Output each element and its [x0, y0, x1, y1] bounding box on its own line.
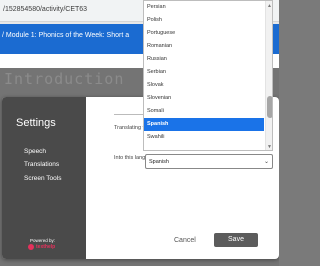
save-button[interactable]: Save [214, 233, 258, 247]
course-breadcrumb: / Module 1: Phonics of the Week: Short a [2, 32, 130, 39]
scrollbar-thumb[interactable] [267, 96, 272, 118]
sidebar-item-speech[interactable]: Speech [24, 148, 46, 155]
language-option-somali[interactable]: Somali [144, 105, 264, 118]
powered-by-label: Powered by: [30, 238, 56, 243]
chevron-down-icon: ⌄ [263, 159, 269, 165]
language-listbox[interactable]: Persian Polish Portuguese Romanian Russi… [143, 0, 273, 151]
language-option-romanian[interactable]: Romanian [144, 40, 264, 53]
scroll-up-arrow-icon[interactable]: ▲ [267, 3, 272, 9]
scroll-down-arrow-icon[interactable]: ▼ [267, 144, 272, 150]
language-option-slovenian[interactable]: Slovenian [144, 92, 264, 105]
language-option-serbian[interactable]: Serbian [144, 66, 264, 79]
language-option-russian[interactable]: Russian [144, 53, 264, 66]
background-heading: Introduction [4, 70, 125, 88]
language-option-persian[interactable]: Persian [144, 1, 264, 14]
cancel-button[interactable]: Cancel [174, 237, 196, 244]
language-option-swahili[interactable]: Swahili [144, 131, 264, 144]
language-option-slovak[interactable]: Slovak [144, 79, 264, 92]
language-option-portuguese[interactable]: Portuguese [144, 27, 264, 40]
language-option-polish[interactable]: Polish [144, 14, 264, 27]
url-text[interactable]: /152854580/activity/CET63 [3, 6, 87, 13]
brand-logo: texthelp [28, 244, 66, 250]
sidebar-item-translations[interactable]: Translations [24, 161, 59, 168]
target-language-select[interactable]: Spanish ⌄ [145, 154, 273, 169]
brand-name: texthelp [36, 244, 56, 250]
language-option-spanish[interactable]: Spanish [144, 118, 264, 131]
settings-title: Settings [16, 117, 56, 129]
settings-sidebar: Settings Speech Translations Screen Tool… [2, 97, 86, 259]
listbox-scrollbar[interactable]: ▲ ▼ [265, 1, 272, 150]
sidebar-item-screen-tools[interactable]: Screen Tools [24, 175, 61, 182]
screenshot-root: /152854580/activity/CET63 / Module 1: Ph… [0, 0, 279, 266]
target-language-value: Spanish [149, 159, 169, 165]
brand-logo-icon [28, 244, 34, 250]
